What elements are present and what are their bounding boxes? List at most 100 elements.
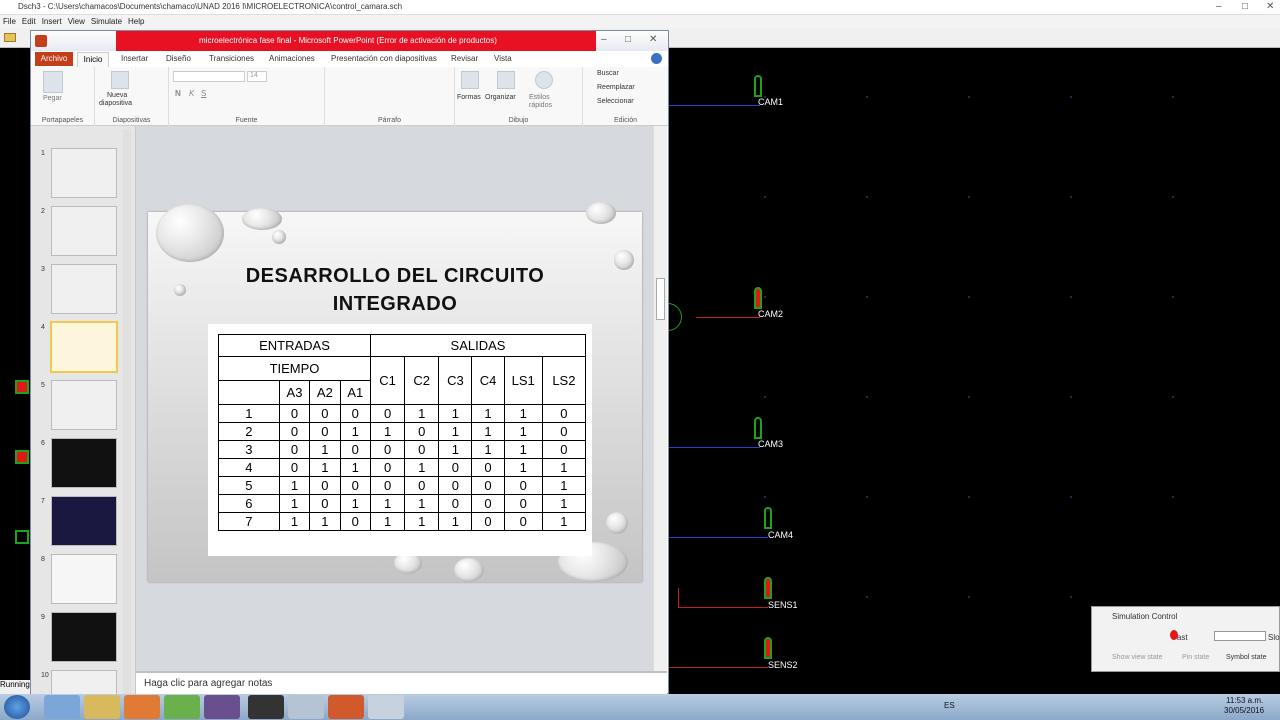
table-cell: 1 bbox=[503, 458, 543, 477]
simulation-control-window: Simulation Control Fast Slo Show view st… bbox=[1091, 606, 1280, 672]
table-cell: 1 bbox=[309, 440, 341, 459]
menu-file[interactable]: File bbox=[0, 16, 19, 27]
table-cell: 1 bbox=[404, 458, 440, 477]
table-cell: 1 bbox=[438, 422, 473, 441]
ie-taskbar-icon[interactable] bbox=[44, 695, 80, 719]
quick-styles-icon[interactable] bbox=[535, 71, 553, 89]
thumb-number: 8 bbox=[41, 556, 45, 563]
water-drop bbox=[606, 512, 628, 534]
pin-state-checkbox[interactable]: Pin state bbox=[1182, 654, 1209, 661]
table-cell: 1 bbox=[404, 404, 440, 423]
menu-simulate[interactable]: Simulate bbox=[88, 16, 125, 27]
tab-transiciones[interactable]: Transiciones bbox=[209, 54, 254, 63]
slide-thumbnail[interactable] bbox=[51, 380, 117, 430]
header-ls1: LS1 bbox=[503, 356, 543, 405]
underline-icon[interactable]: S bbox=[201, 89, 206, 98]
speed-slider[interactable] bbox=[1214, 631, 1266, 641]
tab-presentacion[interactable]: Presentación con diapositivas bbox=[331, 54, 437, 63]
ppt-minimize-icon[interactable]: – bbox=[601, 34, 607, 45]
slide-thumbnail[interactable] bbox=[51, 670, 117, 695]
menu-view[interactable]: View bbox=[65, 16, 88, 27]
bold-icon[interactable]: N bbox=[175, 89, 181, 98]
tab-revisar[interactable]: Revisar bbox=[451, 54, 478, 63]
slide-thumbnail[interactable] bbox=[51, 496, 117, 546]
italic-icon[interactable]: K bbox=[189, 89, 194, 98]
font-size-select[interactable]: 14 bbox=[247, 71, 267, 82]
ppt-window-title: microelectrónica fase final - Microsoft … bbox=[199, 36, 497, 45]
ppt-close-icon[interactable]: ✕ bbox=[649, 34, 657, 45]
thumb-number: 5 bbox=[41, 382, 45, 389]
schematic-canvas[interactable]: CAM1 CAM2 CAM3 CAM4 SENS1 SENS2 bbox=[668, 48, 1280, 680]
menu-help[interactable]: Help bbox=[125, 16, 147, 27]
seleccionar-button[interactable]: Seleccionar bbox=[597, 98, 634, 105]
media-taskbar-icon[interactable] bbox=[124, 695, 160, 719]
editor-scrollbar[interactable] bbox=[653, 126, 667, 671]
tab-diseno[interactable]: Diseño bbox=[166, 54, 191, 63]
notes-pane[interactable]: Haga clic para agregar notas bbox=[136, 671, 667, 695]
slide-thumbnail-selected[interactable] bbox=[50, 321, 118, 373]
ppt-maximize-icon[interactable]: □ bbox=[625, 34, 631, 45]
tab-archivo[interactable]: Archivo bbox=[35, 52, 73, 66]
buscar-button[interactable]: Buscar bbox=[597, 70, 619, 77]
dibujo-label: Dibujo bbox=[508, 117, 529, 124]
truth-table-image[interactable]: ENTRADAS SALIDAS TIEMPO C1 C2 C3 C4 LS1 … bbox=[208, 324, 592, 556]
clock-time[interactable]: 11:53 a.m. bbox=[1226, 696, 1263, 705]
window-taskbar-icon[interactable] bbox=[368, 695, 404, 719]
scrollbar-thumb[interactable] bbox=[656, 278, 665, 320]
pegar-label: Pegar bbox=[43, 95, 62, 102]
symbol-state-checkbox[interactable]: Symbol state bbox=[1226, 654, 1266, 661]
chrome-taskbar-icon[interactable] bbox=[164, 695, 200, 719]
notes-placeholder: Haga clic para agregar notas bbox=[144, 678, 273, 689]
slide-canvas[interactable]: DESARROLLO DEL CIRCUITO INTEGRADO ENTRAD… bbox=[148, 202, 642, 582]
diapositiva-label: diapositiva bbox=[99, 100, 133, 107]
powerpoint-taskbar-icon[interactable] bbox=[328, 695, 364, 719]
slide-thumbnail[interactable] bbox=[51, 438, 117, 488]
powerpoint-icon bbox=[35, 35, 47, 47]
tab-insertar[interactable]: Insertar bbox=[121, 54, 148, 63]
language-indicator[interactable]: ES bbox=[944, 701, 955, 710]
paste-icon[interactable] bbox=[43, 71, 63, 93]
font-name-select[interactable] bbox=[173, 71, 245, 82]
slide-thumbnail[interactable] bbox=[51, 206, 117, 256]
slide-thumbnail[interactable] bbox=[51, 148, 117, 198]
table-cell: 0 bbox=[339, 512, 372, 531]
minimize-icon[interactable]: – bbox=[1216, 1, 1222, 12]
slide-thumbnail[interactable] bbox=[51, 264, 117, 314]
arrange-icon[interactable] bbox=[497, 71, 515, 89]
help-icon[interactable] bbox=[651, 53, 662, 64]
dsch3-taskbar-icon[interactable] bbox=[288, 695, 324, 719]
table-cell: 1 bbox=[339, 458, 372, 477]
group-parrafo: Párrafo bbox=[325, 67, 455, 126]
water-drop bbox=[156, 204, 224, 262]
start-button[interactable] bbox=[4, 695, 30, 719]
thumbnails-scrollbar[interactable] bbox=[123, 129, 131, 695]
maximize-icon[interactable]: □ bbox=[1242, 1, 1248, 12]
shapes-icon[interactable] bbox=[461, 71, 479, 89]
thumb-number: 1 bbox=[41, 150, 45, 157]
explorer-taskbar-icon[interactable] bbox=[84, 695, 120, 719]
ribbon-tabs: Archivo Inicio Insertar Diseño Transicio… bbox=[31, 51, 668, 67]
close-icon[interactable]: ✕ bbox=[1266, 1, 1274, 12]
table-cell: 1 bbox=[471, 404, 505, 423]
show-view-state-checkbox[interactable]: Show view state bbox=[1112, 654, 1163, 661]
slide-thumbnail[interactable] bbox=[51, 554, 117, 604]
menu-insert[interactable]: Insert bbox=[39, 16, 65, 27]
label-cam4: CAM4 bbox=[768, 530, 794, 540]
tab-animaciones[interactable]: Animaciones bbox=[269, 54, 315, 63]
table-cell: 6 bbox=[218, 494, 280, 513]
tab-vista[interactable]: Vista bbox=[494, 54, 512, 63]
slide-thumbnail[interactable] bbox=[51, 612, 117, 662]
reemplazar-button[interactable]: Reemplazar bbox=[597, 84, 635, 91]
slide-thumbnails-pane[interactable]: 1 2 3 4 5 6 7 8 9 10 bbox=[31, 126, 136, 695]
new-slide-icon[interactable] bbox=[111, 71, 129, 89]
dsch-menubar: File Edit Insert View Simulate Help bbox=[0, 15, 1280, 28]
folder-icon[interactable] bbox=[4, 33, 16, 42]
app-taskbar-icon[interactable] bbox=[248, 695, 284, 719]
table-cell: 1 bbox=[471, 440, 505, 459]
app-taskbar-icon[interactable] bbox=[204, 695, 240, 719]
record-icon[interactable] bbox=[1170, 630, 1178, 640]
menu-edit[interactable]: Edit bbox=[19, 16, 39, 27]
tab-inicio[interactable]: Inicio bbox=[77, 52, 109, 67]
table-cell: 1 bbox=[541, 458, 587, 477]
clock-date[interactable]: 30/05/2016 bbox=[1224, 706, 1264, 715]
